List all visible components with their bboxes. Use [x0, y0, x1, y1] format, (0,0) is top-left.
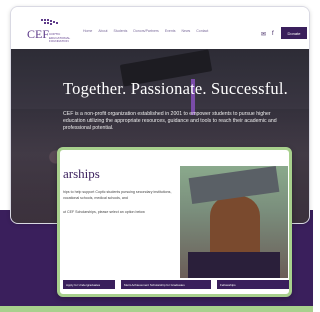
nav-item-news[interactable]: News [182, 29, 191, 33]
logo-subtitle: COPTIC EDUCATIONAL FOUNDATION [49, 32, 71, 43]
hero-description: CEF is a non-profit organization establi… [63, 111, 277, 131]
social-icons: ✉ f [261, 31, 274, 38]
nav-item-donors[interactable]: Donors/Partners [133, 29, 158, 33]
scholarships-description: hips to help support Coptic students pur… [63, 190, 172, 200]
nav-item-about[interactable]: About [98, 29, 107, 33]
graduate-image [180, 166, 288, 278]
hero-title: Together. Passionate. Successful. [63, 79, 288, 98]
nav-item-home[interactable]: Home [83, 29, 92, 33]
main-nav: Home About Students Donors/Partners Even… [83, 29, 208, 33]
nav-item-students[interactable]: Students [114, 29, 128, 33]
scholarships-screenshot-card: arships hips to help support Coptic stud… [57, 147, 292, 297]
nav-item-contact[interactable]: Contact [196, 29, 208, 33]
scholarships-title: arships [63, 166, 100, 181]
facebook-icon[interactable]: f [272, 31, 274, 38]
mail-icon[interactable]: ✉ [261, 31, 266, 38]
nav-item-events[interactable]: Events [165, 29, 176, 33]
scholarship-options: Apply for Undergraduates Merit-Achieveme… [63, 280, 289, 289]
cef-logo[interactable]: CEF COPTIC EDUCATIONAL FOUNDATION [27, 17, 75, 43]
scholarships-instruction: ut CEF Scholarships, please select an op… [63, 210, 145, 214]
tab-undergraduates[interactable]: Apply for Undergraduates [63, 280, 115, 289]
donate-button[interactable]: Donate [281, 27, 307, 39]
green-accent-strip [0, 306, 313, 312]
site-header: CEF COPTIC EDUCATIONAL FOUNDATION Home A… [11, 7, 309, 49]
tab-fellowships[interactable]: Fellowships [217, 280, 289, 289]
logo-text: CEF [27, 27, 50, 41]
graduate-gown [188, 252, 280, 278]
tab-merit-achievement[interactable]: Merit-Achievement Scholarship for Gradua… [121, 280, 211, 289]
